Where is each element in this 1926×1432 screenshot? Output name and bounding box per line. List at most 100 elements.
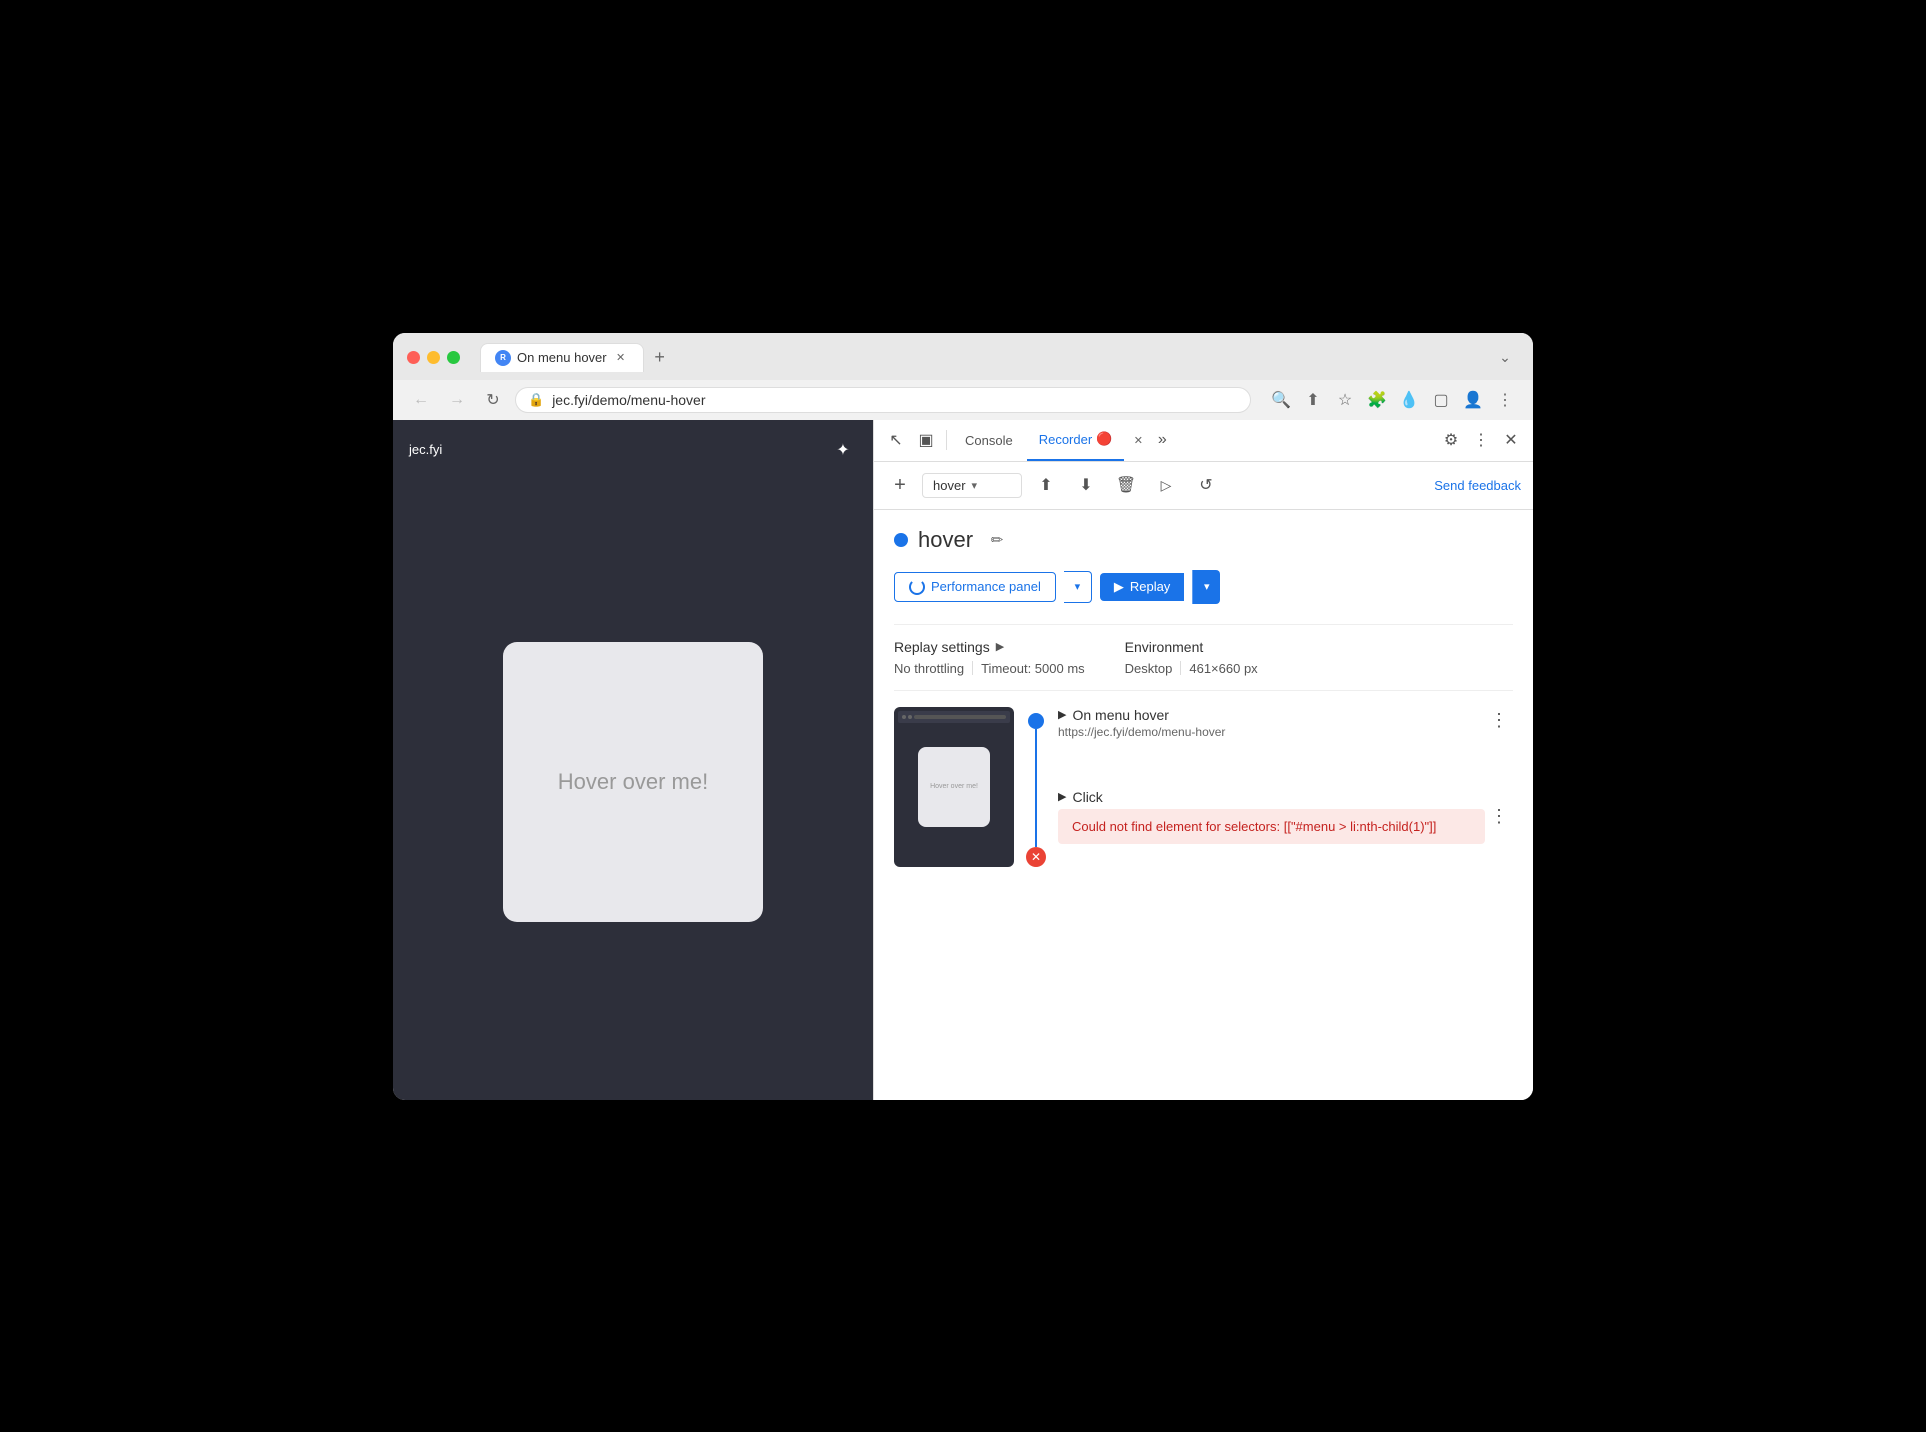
window-icon[interactable]: ▢ — [1427, 386, 1455, 414]
more-tabs-icon[interactable]: » — [1148, 426, 1176, 454]
cursor-tool-button[interactable]: ↖ — [882, 426, 910, 454]
recording-status-dot — [894, 533, 908, 547]
address-text: jec.fyi/demo/menu-hover — [552, 392, 1238, 408]
replay-label: Replay — [1130, 579, 1170, 594]
close-window-button[interactable] — [407, 351, 420, 364]
hover-card[interactable]: Hover over me! — [503, 642, 763, 922]
recording-dropdown[interactable]: hover ▾ — [922, 473, 1022, 498]
step-name: On menu hover — [1072, 707, 1169, 723]
step-title-row: ▶ On menu hover — [1058, 707, 1225, 723]
step-timeline-content: ✕ ▶ On menu hover — [1026, 707, 1513, 867]
step-more-button[interactable]: ⋮ — [1485, 707, 1513, 735]
maximize-window-button[interactable] — [447, 351, 460, 364]
performance-panel-icon — [909, 579, 925, 595]
devtools-panel: ↖ ▣ Console Recorder 🔴 ✕ » ⚙ ⋮ ✕ + — [873, 420, 1533, 1100]
click-step-expand-icon: ▶ — [1058, 790, 1066, 803]
action-buttons-row: Performance panel ▾ ▶ Replay ▾ — [894, 570, 1513, 604]
dock-tool-button[interactable]: ▣ — [912, 426, 940, 454]
tab-title: On menu hover — [517, 350, 607, 365]
replay-dropdown-button[interactable]: ▾ — [1192, 570, 1220, 604]
delete-button[interactable]: 🗑 — [1110, 469, 1142, 501]
recording-name: hover — [918, 527, 973, 553]
recorder-toolbar: + hover ▾ ⬆ ⬇ 🗑 ▷ ↺ Send feedback — [874, 462, 1533, 510]
hover-card-text: Hover over me! — [558, 769, 708, 795]
share-icon[interactable]: ⬆ — [1299, 386, 1327, 414]
site-name: jec.fyi — [409, 442, 442, 457]
replay-settings-values: No throttling Timeout: 5000 ms — [894, 661, 1085, 676]
chevron-down-icon[interactable]: ⌄ — [1491, 343, 1519, 371]
download-button[interactable]: ⬇ — [1070, 469, 1102, 501]
address-bar: ← → ↻ 🔒 jec.fyi/demo/menu-hover 🔍 ⬆ ☆ 🧩 … — [393, 380, 1533, 420]
env-settings-divider — [1180, 661, 1181, 675]
lock-icon: 🔒 — [528, 392, 544, 408]
replay-settings-col: Replay settings ▶ No throttling Timeout:… — [894, 639, 1085, 676]
performance-panel-dropdown-button[interactable]: ▾ — [1064, 571, 1092, 603]
click-step-more-button[interactable]: ⋮ — [1485, 802, 1513, 830]
page-content: jec.fyi ✦ Hover over me! — [393, 420, 873, 1100]
performance-panel-label: Performance panel — [931, 579, 1041, 594]
active-tab[interactable]: R On menu hover ✕ — [480, 343, 644, 372]
step-timeline: ✕ — [1026, 707, 1046, 867]
dropdown-arrow-icon: ▾ — [972, 479, 978, 492]
reload-button[interactable]: ↻ — [479, 386, 507, 414]
step-preview-hover-card: Hover over me! — [918, 747, 990, 827]
edit-recording-name-button[interactable]: ✏ — [983, 526, 1011, 554]
recording-dropdown-value: hover — [933, 478, 966, 493]
replay-button[interactable]: ▶ Replay — [1100, 573, 1184, 601]
step-expand-icon: ▶ — [1058, 708, 1066, 721]
steps-section: Hover over me! ✕ — [894, 690, 1513, 867]
recorder-content: hover ✏ Performance panel ▾ ▶ Replay ▾ — [874, 510, 1533, 1100]
settings-section: Replay settings ▶ No throttling Timeout:… — [894, 624, 1513, 690]
device-value: Desktop — [1125, 661, 1173, 676]
settings-icon[interactable]: ⚙ — [1437, 426, 1465, 454]
add-recording-button[interactable]: + — [886, 471, 914, 499]
browser-window: R On menu hover ✕ + ⌄ ← → ↻ 🔒 jec.fyi/de… — [393, 333, 1533, 1100]
settings-divider — [972, 661, 973, 675]
throttling-value: No throttling — [894, 661, 964, 676]
recorder-tab-close-button[interactable]: ✕ — [1130, 432, 1146, 448]
click-step-title-row: ▶ Click — [1058, 789, 1485, 805]
bookmark-icon[interactable]: ☆ — [1331, 386, 1359, 414]
back-button[interactable]: ← — [407, 386, 435, 414]
on-menu-hover-entry: ▶ On menu hover https://jec.fyi/demo/men… — [1058, 707, 1513, 739]
window-controls — [407, 351, 460, 364]
address-actions: 🔍 ⬆ ☆ 🧩 💧 ▢ 👤 ⋮ — [1267, 386, 1519, 414]
tab-close-button[interactable]: ✕ — [613, 350, 629, 366]
replay-settings-button[interactable]: ↺ — [1190, 469, 1222, 501]
devtools-toolbar: ↖ ▣ Console Recorder 🔴 ✕ » ⚙ ⋮ ✕ — [874, 420, 1533, 462]
title-bar: R On menu hover ✕ + ⌄ — [393, 333, 1533, 380]
more-options-icon[interactable]: ⋮ — [1491, 386, 1519, 414]
tab-console[interactable]: Console — [953, 419, 1025, 461]
play-button[interactable]: ▷ — [1150, 469, 1182, 501]
environment-label: Environment — [1125, 639, 1204, 655]
address-input-wrap[interactable]: 🔒 jec.fyi/demo/menu-hover — [515, 387, 1251, 413]
replay-settings-header[interactable]: Replay settings ▶ — [894, 639, 1085, 655]
tab-bar: R On menu hover ✕ + — [480, 343, 674, 372]
forward-button[interactable]: → — [443, 386, 471, 414]
tab-recorder[interactable]: Recorder 🔴 — [1027, 419, 1125, 461]
close-devtools-button[interactable]: ✕ — [1497, 426, 1525, 454]
new-tab-button[interactable]: + — [646, 344, 674, 372]
more-devtools-icon[interactable]: ⋮ — [1467, 426, 1495, 454]
theme-toggle-button[interactable]: ✦ — [829, 436, 857, 464]
eyedropper-icon[interactable]: 💧 — [1395, 386, 1423, 414]
step-dot-blue — [1028, 713, 1044, 729]
tab-favicon: R — [495, 350, 511, 366]
toolbar-divider — [946, 430, 947, 450]
performance-panel-button[interactable]: Performance panel — [894, 572, 1056, 602]
replay-settings-expand-icon: ▶ — [996, 640, 1004, 653]
extension-icon[interactable]: 🧩 — [1363, 386, 1391, 414]
search-icon[interactable]: 🔍 — [1267, 386, 1295, 414]
replay-play-icon: ▶ — [1114, 579, 1124, 595]
step-dot-red: ✕ — [1026, 847, 1046, 867]
error-message: Could not find element for selectors: [[… — [1072, 819, 1436, 834]
minimize-window-button[interactable] — [427, 351, 440, 364]
step-error-box: Could not find element for selectors: [[… — [1058, 809, 1485, 844]
resolution-value: 461×660 px — [1189, 661, 1257, 676]
send-feedback-link[interactable]: Send feedback — [1434, 478, 1521, 493]
upload-button[interactable]: ⬆ — [1030, 469, 1062, 501]
profile-icon[interactable]: 👤 — [1459, 386, 1487, 414]
click-step-entry: ▶ Click Could not find element for selec… — [1058, 789, 1513, 844]
environment-values: Desktop 461×660 px — [1125, 661, 1258, 676]
step-content: ▶ On menu hover https://jec.fyi/demo/men… — [1058, 707, 1513, 867]
